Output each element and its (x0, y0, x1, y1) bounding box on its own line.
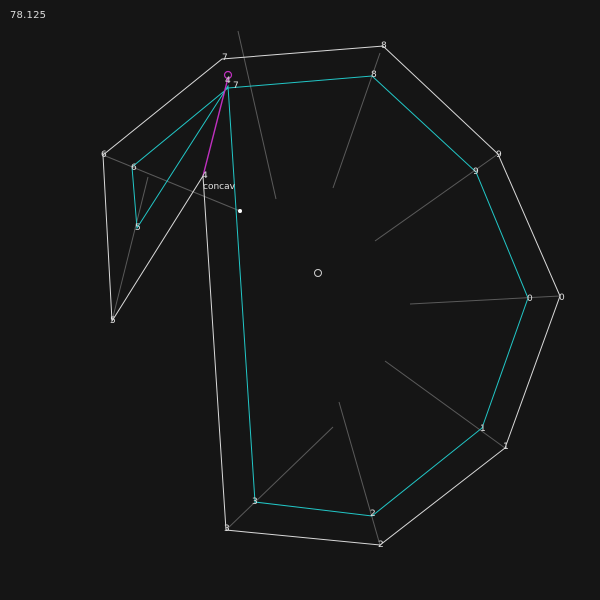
spoke-line-6 (225, 426, 334, 531)
outer-vertex-label: 5 (110, 316, 116, 326)
outer-vertex-label: 6 (101, 150, 107, 160)
center-marker[interactable] (314, 269, 322, 277)
inner-vertex-label: 9 (473, 167, 479, 177)
inner-vertex-label: 3 (252, 497, 258, 507)
spoke-line-3 (409, 295, 561, 305)
inner-vertex-label: 4 (225, 76, 231, 86)
spoke-line-4 (384, 360, 506, 449)
spoke-line-2 (374, 153, 499, 242)
spoke-lines (102, 30, 561, 546)
outer-vertex-label: 8 (381, 41, 387, 51)
inner-polygon (131, 75, 529, 517)
point-marker[interactable] (238, 209, 242, 213)
inner-vertex-label: 5 (135, 223, 141, 233)
outer-vertex-label: 4 (202, 171, 208, 181)
markers[interactable] (223, 70, 322, 277)
concave-annotation: concav (203, 182, 236, 192)
concave-edge-highlight (202, 77, 229, 177)
polygon-diagram[interactable]: 7 8 9 0 1 2 3 4 5 6 7 8 9 0 1 2 3 4 5 6 concav (0, 0, 600, 600)
inner-vertex-label: 6 (131, 163, 137, 173)
outer-polygon-path (102, 45, 561, 546)
spoke-line-5 (338, 401, 381, 546)
inner-vertex-label: 8 (371, 70, 377, 80)
highlight-segment (202, 77, 229, 177)
outer-vertex-label: 3 (224, 524, 230, 534)
inner-vertex-label: 7 (233, 81, 239, 91)
spoke-line-7 (111, 176, 149, 322)
outer-vertex-label: 0 (559, 293, 565, 303)
vertex-labels: 7 8 9 0 1 2 3 4 5 6 7 8 9 0 1 2 3 4 5 6 (101, 41, 565, 550)
outer-vertex-label: 9 (496, 150, 502, 160)
outer-polygon (102, 45, 561, 546)
inner-vertex-label: 0 (527, 294, 533, 304)
inner-vertex-label: 2 (370, 509, 376, 519)
outer-vertex-label: 7 (222, 53, 228, 63)
outer-vertex-label: 1 (503, 442, 509, 452)
inner-vertex-label: 1 (480, 424, 486, 434)
inner-polygon-path (131, 75, 529, 517)
outer-vertex-label: 2 (378, 540, 384, 550)
